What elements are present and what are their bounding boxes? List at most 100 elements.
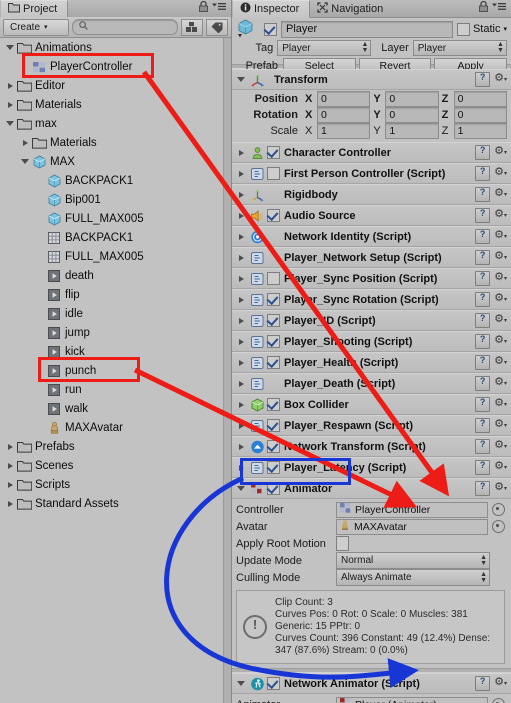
gear-icon[interactable]: ⚙▾ bbox=[494, 440, 507, 453]
animator-avatar-field[interactable]: MAXAvatar bbox=[336, 518, 488, 535]
help-icon[interactable] bbox=[475, 439, 491, 454]
project-tree-item[interactable]: BACKPACK1 bbox=[0, 228, 231, 247]
project-tree-item[interactable]: Materials bbox=[0, 133, 231, 152]
gear-icon[interactable]: ⚙▾ bbox=[494, 377, 507, 390]
component-header[interactable]: Player_Network Setup (Script) ⚙▾ bbox=[232, 247, 511, 268]
gear-icon[interactable]: ⚙▾ bbox=[494, 209, 507, 222]
filter-label-icon[interactable] bbox=[206, 18, 228, 36]
transform-x-field[interactable]: 0 bbox=[317, 107, 371, 123]
help-icon[interactable] bbox=[475, 376, 491, 391]
avatar-picker-button[interactable] bbox=[492, 520, 505, 533]
project-tree-item[interactable]: Bip001 bbox=[0, 190, 231, 209]
help-icon[interactable] bbox=[475, 334, 491, 349]
project-tree-item[interactable]: BACKPACK1 bbox=[0, 171, 231, 190]
foldout-arrow-icon[interactable] bbox=[234, 233, 248, 240]
project-tree-item[interactable]: Scenes bbox=[0, 456, 231, 475]
component-enabled-checkbox[interactable] bbox=[267, 440, 280, 453]
project-tree-item[interactable]: PlayerController bbox=[0, 57, 231, 76]
help-icon[interactable] bbox=[475, 313, 491, 328]
twirl-arrow-icon[interactable] bbox=[4, 76, 16, 95]
gear-icon[interactable]: ⚙▾ bbox=[494, 356, 507, 369]
twirl-arrow-icon[interactable] bbox=[4, 494, 16, 513]
component-enabled-checkbox[interactable] bbox=[267, 398, 280, 411]
static-checkbox[interactable] bbox=[456, 22, 470, 36]
update-mode-dropdown[interactable]: Normal ▲ ▼ bbox=[336, 552, 490, 569]
twirl-arrow-icon[interactable] bbox=[4, 114, 16, 133]
transform-x-field[interactable]: 0 bbox=[317, 91, 371, 107]
component-header[interactable]: Player_Shooting (Script) ⚙▾ bbox=[232, 331, 511, 352]
component-header[interactable]: Player_Sync Position (Script) ⚙▾ bbox=[232, 268, 511, 289]
foldout-arrow-icon[interactable] bbox=[234, 275, 248, 282]
object-enabled-checkbox[interactable] bbox=[264, 22, 277, 36]
foldout-arrow-icon[interactable] bbox=[234, 380, 248, 387]
project-tree-item[interactable]: flip bbox=[0, 285, 231, 304]
component-header[interactable]: Character Controller ⚙▾ bbox=[232, 142, 511, 163]
tab-project[interactable]: Project bbox=[0, 0, 69, 18]
gear-icon[interactable]: ⚙▾ bbox=[494, 293, 507, 306]
gear-icon[interactable]: ⚙▾ bbox=[494, 188, 507, 201]
gear-icon[interactable]: ⚙▾ bbox=[494, 251, 507, 264]
project-asset-tree[interactable]: Animations PlayerController Editor Material… bbox=[0, 38, 231, 703]
animator-controller-field[interactable]: PlayerController bbox=[336, 501, 488, 518]
panel-menu-icon[interactable] bbox=[212, 2, 226, 14]
project-tree-item[interactable]: idle bbox=[0, 304, 231, 323]
transform-y-field[interactable]: 0 bbox=[385, 91, 439, 107]
gear-icon[interactable]: ⚙▾ bbox=[494, 314, 507, 327]
twirl-arrow-icon[interactable] bbox=[19, 133, 31, 152]
gear-icon[interactable]: ⚙▾ bbox=[494, 146, 507, 159]
project-tree-item[interactable]: Editor bbox=[0, 76, 231, 95]
component-enabled-checkbox[interactable] bbox=[267, 461, 280, 474]
gear-icon[interactable]: ⚙▾ bbox=[494, 73, 507, 86]
foldout-arrow-icon[interactable] bbox=[234, 77, 248, 82]
help-icon[interactable] bbox=[475, 166, 491, 181]
help-icon[interactable] bbox=[475, 418, 491, 433]
foldout-arrow-icon[interactable] bbox=[234, 338, 248, 345]
twirl-arrow-icon[interactable] bbox=[4, 437, 16, 456]
project-tree-item[interactable]: Scripts bbox=[0, 475, 231, 494]
gear-icon[interactable]: ⚙▾ bbox=[494, 677, 507, 690]
transform-x-field[interactable]: 1 bbox=[317, 123, 371, 139]
filter-type-icon[interactable] bbox=[181, 18, 203, 36]
animator-enabled-checkbox[interactable] bbox=[267, 482, 280, 495]
help-icon[interactable] bbox=[475, 145, 491, 160]
foldout-arrow-icon[interactable] bbox=[234, 422, 248, 429]
component-enabled-checkbox[interactable] bbox=[267, 314, 280, 327]
component-header[interactable]: Player_Latency (Script) ⚙▾ bbox=[232, 457, 511, 478]
component-header[interactable]: Player_ID (Script) ⚙▾ bbox=[232, 310, 511, 331]
help-icon[interactable] bbox=[475, 72, 491, 87]
search-box[interactable] bbox=[72, 19, 178, 35]
help-icon[interactable] bbox=[475, 460, 491, 475]
help-icon[interactable] bbox=[475, 271, 491, 286]
project-tree-item[interactable]: Materials bbox=[0, 95, 231, 114]
component-header[interactable]: First Person Controller (Script) ⚙▾ bbox=[232, 163, 511, 184]
lock-icon[interactable] bbox=[479, 0, 488, 15]
tab-navigation[interactable]: Navigation bbox=[310, 1, 393, 17]
panel-menu-icon[interactable] bbox=[492, 2, 506, 14]
project-tree-item[interactable]: FULL_MAX005 bbox=[0, 209, 231, 228]
component-header[interactable]: Player_Sync Rotation (Script) ⚙▾ bbox=[232, 289, 511, 310]
help-icon[interactable] bbox=[475, 292, 491, 307]
help-icon[interactable] bbox=[475, 250, 491, 265]
transform-z-field[interactable]: 1 bbox=[453, 123, 507, 139]
project-tree-item[interactable]: FULL_MAX005 bbox=[0, 247, 231, 266]
component-header[interactable]: Rigidbody ⚙▾ bbox=[232, 184, 511, 205]
transform-y-field[interactable]: 0 bbox=[385, 107, 439, 123]
search-input[interactable] bbox=[92, 20, 171, 34]
twirl-arrow-icon[interactable] bbox=[4, 456, 16, 475]
gear-icon[interactable]: ⚙▾ bbox=[494, 230, 507, 243]
gear-icon[interactable]: ⚙▾ bbox=[494, 419, 507, 432]
project-tree-item[interactable]: Animations bbox=[0, 38, 231, 57]
project-tree-item[interactable]: walk bbox=[0, 399, 231, 418]
component-header[interactable]: Player_Health (Script) ⚙▾ bbox=[232, 352, 511, 373]
controller-picker-button[interactable] bbox=[492, 503, 505, 516]
help-icon[interactable] bbox=[475, 397, 491, 412]
project-scrollbar[interactable] bbox=[223, 38, 231, 703]
component-enabled-checkbox[interactable] bbox=[267, 272, 280, 285]
project-tree-item[interactable]: MAXAvatar bbox=[0, 418, 231, 437]
foldout-arrow-icon[interactable] bbox=[234, 170, 248, 177]
twirl-arrow-icon[interactable] bbox=[4, 475, 16, 494]
component-header[interactable]: Network Identity (Script) ⚙▾ bbox=[232, 226, 511, 247]
twirl-arrow-icon[interactable] bbox=[4, 38, 16, 57]
static-dropdown-caret[interactable]: ▾ bbox=[503, 25, 507, 33]
network-animator-enabled-checkbox[interactable] bbox=[267, 677, 280, 690]
